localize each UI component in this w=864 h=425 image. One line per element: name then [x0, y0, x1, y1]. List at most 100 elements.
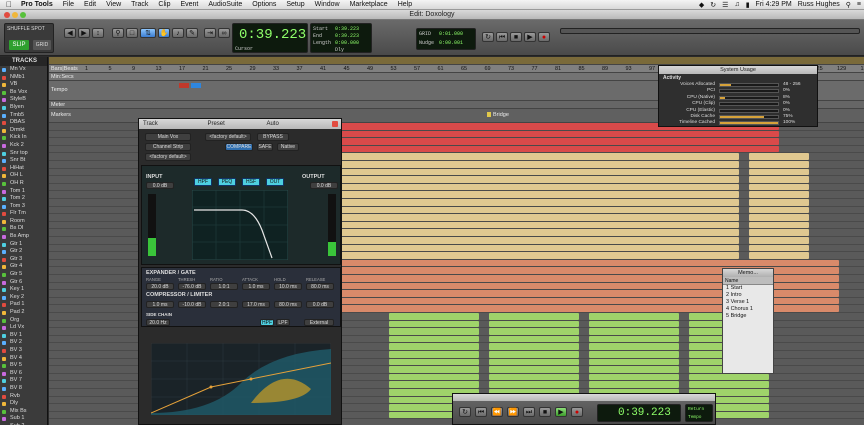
track-list-item[interactable]: BV 3 — [0, 347, 47, 355]
play-button[interactable]: ▶ — [524, 32, 536, 42]
nudge-value[interactable]: 0:00.001 — [439, 40, 463, 46]
close-icon[interactable] — [332, 121, 338, 127]
audio-clip[interactable] — [489, 343, 579, 350]
audio-clip[interactable] — [589, 313, 679, 320]
ruler-top-bar[interactable] — [49, 57, 864, 65]
audio-clip[interactable] — [749, 161, 809, 168]
audio-clip[interactable] — [489, 366, 579, 373]
grid-mode-button[interactable]: GRID — [33, 40, 51, 50]
track-list-item[interactable]: Dly — [0, 400, 47, 408]
audio-clip[interactable] — [589, 320, 679, 328]
audio-clip[interactable] — [489, 335, 579, 343]
menu-view[interactable]: View — [106, 1, 121, 8]
minimize-icon[interactable] — [12, 12, 18, 18]
track-list-item[interactable]: Gtr 2 — [0, 248, 47, 256]
compressor-param-value[interactable]: 80.0 ms — [274, 301, 302, 308]
audio-clip[interactable] — [589, 358, 679, 366]
memory-location-item[interactable]: 5 Bridge — [723, 313, 773, 320]
audio-clip[interactable] — [689, 381, 769, 388]
audio-clip[interactable] — [339, 237, 739, 244]
plugin-titlebar[interactable]: Track Preset Auto — [139, 119, 341, 129]
audio-clip[interactable] — [339, 252, 739, 259]
user-name[interactable]: Russ Hughes — [798, 1, 840, 8]
memory-location-item[interactable]: 2 Intro — [723, 292, 773, 299]
audio-clip[interactable] — [489, 320, 579, 328]
external-key-selector[interactable]: External — [304, 319, 334, 326]
audio-clip[interactable] — [339, 221, 739, 229]
list-icon[interactable]: ≡ — [857, 1, 861, 8]
clock[interactable]: Fri 4:29 PM — [756, 1, 792, 8]
track-list-item[interactable]: HiHat — [0, 165, 47, 173]
eq-hpf-toggle[interactable]: HPF — [194, 178, 212, 186]
audio-clip[interactable] — [589, 328, 679, 335]
transport-ffwd-button[interactable]: ⏩ — [507, 407, 519, 417]
dropbox-icon[interactable]: ◆ — [699, 1, 704, 9]
eq-peq-toggle[interactable]: PEQ — [218, 178, 236, 186]
audio-clip[interactable] — [749, 244, 809, 252]
transport-online-button[interactable]: ↻ — [459, 407, 471, 417]
transport-play-button[interactable]: ▶ — [555, 407, 567, 417]
audio-clip[interactable] — [339, 168, 739, 176]
audio-clip[interactable] — [339, 183, 739, 191]
track-list-item[interactable]: Gtr 3 — [0, 256, 47, 264]
track-list-item[interactable]: Gtr 4 — [0, 263, 47, 271]
memory-locations-title[interactable]: Memo... — [723, 269, 773, 277]
stop-button[interactable]: ■ — [510, 32, 522, 42]
track-list-item[interactable]: Kick In — [0, 134, 47, 142]
transport-rtz-button[interactable]: ⏮ — [475, 407, 487, 417]
menu-setup[interactable]: Setup — [286, 1, 304, 8]
track-list-item[interactable]: Drmkt — [0, 127, 47, 135]
transport-meter-display[interactable]: Return Tempo — [685, 404, 713, 422]
track-list-item[interactable]: Org — [0, 317, 47, 325]
track-list-item[interactable]: Key 1 — [0, 286, 47, 294]
track-selector[interactable]: Main Vox — [145, 133, 191, 141]
audio-clip[interactable] — [339, 191, 739, 198]
track-list-item[interactable]: Bs Vox — [0, 89, 47, 97]
dynamics-graph[interactable] — [151, 343, 331, 415]
eq-out-toggle[interactable]: OUT — [266, 178, 284, 186]
track-list-item[interactable]: OH R — [0, 180, 47, 188]
pencil-tool-icon[interactable]: ✎ — [186, 28, 198, 38]
track-list-item[interactable]: Bs DI — [0, 225, 47, 233]
track-list-item[interactable]: Ld Vx — [0, 324, 47, 332]
volume-icon[interactable]: ♫ — [734, 1, 739, 8]
main-counter[interactable]: 0:39.223 Cursor — [232, 23, 308, 53]
compressor-param-value[interactable]: 2.0:1 — [210, 301, 238, 308]
grid-value[interactable]: 0:01.000 — [439, 31, 463, 37]
transport-end-button[interactable]: ⏭ — [523, 407, 535, 417]
transport-rewind-button[interactable]: ⏪ — [491, 407, 503, 417]
zoomer-tool-icon[interactable]: ⚲ — [112, 28, 124, 38]
audio-clip[interactable] — [339, 244, 739, 252]
audio-clip[interactable] — [749, 252, 809, 259]
menu-marketplace[interactable]: Marketplace — [350, 1, 388, 8]
track-list-item[interactable]: Snr top — [0, 150, 47, 158]
native-button[interactable]: Native — [277, 143, 299, 151]
gate-param-value[interactable]: -76.0 dB — [178, 283, 206, 290]
track-list-item[interactable]: Gtr 6 — [0, 279, 47, 287]
app-menu[interactable]: Pro Tools — [21, 1, 53, 8]
track-list-item[interactable]: Pad 2 — [0, 309, 47, 317]
battery-icon[interactable]: ▮ — [746, 1, 750, 9]
track-list-item[interactable]: Tom 1 — [0, 188, 47, 196]
track-list-item[interactable]: Blyen — [0, 104, 47, 112]
length-value[interactable]: 0:00.000 — [335, 40, 359, 46]
sync-icon[interactable]: ↻ — [710, 1, 716, 9]
audio-clip[interactable] — [489, 138, 779, 145]
transport-counter[interactable]: 0:39.223 — [597, 404, 681, 422]
track-list-item[interactable]: Gtr 1 — [0, 241, 47, 249]
plugin-selector[interactable]: Channel Strip — [145, 143, 191, 151]
bridge-marker-icon[interactable] — [487, 112, 491, 117]
apple-menu-icon[interactable]:  — [6, 0, 12, 9]
audio-clip[interactable] — [489, 328, 579, 335]
track-list-item[interactable]: BV 4 — [0, 355, 47, 363]
shuffle-spot-label[interactable]: SHUFFLE SPOT — [7, 26, 45, 32]
eq-graph[interactable] — [192, 190, 288, 260]
tab-to-transient-icon[interactable]: ⇥ — [204, 28, 216, 38]
audio-clip[interactable] — [589, 335, 679, 343]
track-list-item[interactable]: StyleB — [0, 96, 47, 104]
slip-mode-button[interactable]: SLIP — [9, 40, 29, 50]
gate-param-value[interactable]: 1.0 ms — [242, 283, 270, 290]
tempo-marker-2[interactable] — [191, 83, 201, 88]
gate-param-value[interactable]: 80.0 ms — [306, 283, 334, 290]
track-list-item[interactable]: Room — [0, 218, 47, 226]
